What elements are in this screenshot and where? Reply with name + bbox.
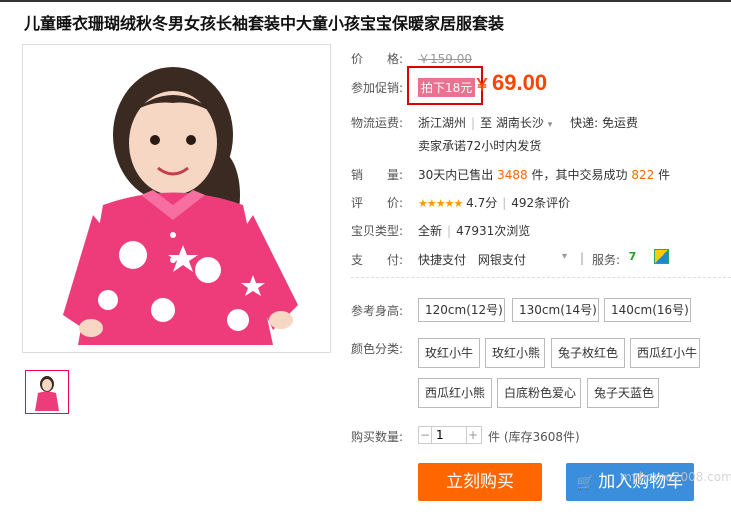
color-option-2[interactable]: 玫红小熊 <box>485 338 545 368</box>
payment-bank: 网银支付 <box>477 253 526 267</box>
thumbnail-image <box>28 373 66 411</box>
quantity-stepper: − + <box>418 426 482 444</box>
stock-info: 件 (库存3608件) <box>488 430 580 444</box>
chevron-down-icon: ▾ <box>547 120 553 130</box>
sales-middle: 件，其中交易成功 <box>531 168 628 182</box>
quantity-label: 购买数量: <box>351 430 404 444</box>
color-option-6[interactable]: 白底粉色爱心 <box>497 378 581 408</box>
rating-label: 评 价: <box>351 196 404 210</box>
size-option-140[interactable]: 140cm(16号) <box>604 298 691 322</box>
product-thumbnail[interactable] <box>25 370 69 414</box>
plus-icon[interactable]: + <box>467 428 479 442</box>
size-label: 参考身高: <box>351 304 404 318</box>
color-option-4[interactable]: 西瓜红小牛 <box>630 338 700 368</box>
size-option-120[interactable]: 120cm(12号) <box>418 298 505 322</box>
promo-price-value: 69.00 <box>492 70 548 95</box>
seven-day-return-icon[interactable]: 7 <box>625 249 640 264</box>
ship-to-prefix: 至 <box>480 116 493 130</box>
shipping-route: 浙江湖州 | 至 湖南长沙 ▾ 快递: 免运费 <box>418 116 638 130</box>
color-option-3[interactable]: 兔子枚红色 <box>551 338 625 368</box>
watermark-logo: myhome2008.com <box>620 470 731 484</box>
quantity-input[interactable] <box>431 427 467 443</box>
sales-label: 销 量: <box>351 168 404 182</box>
buy-now-button[interactable]: 立刻购买 <box>418 463 542 501</box>
color-label: 颜色分类: <box>351 342 404 356</box>
review-count-link[interactable]: 492条评价 <box>511 196 570 210</box>
ship-to: 湖南长沙 <box>495 116 544 130</box>
section-divider <box>351 277 731 279</box>
item-type-info: 全新 | 47931次浏览 <box>418 224 531 238</box>
payment-methods: 快捷支付 网银支付 <box>418 251 526 268</box>
product-title: 儿童睡衣珊瑚绒秋冬男女孩长袖套装中大童小孩宝宝保暖家居服套装 <box>24 14 505 33</box>
payment-dropdown-icon[interactable]: ▾ <box>562 251 567 262</box>
payment-quick: 快捷支付 <box>418 253 467 267</box>
service-label: 服务: <box>592 253 621 267</box>
promo-label: 参加促销: <box>351 81 404 95</box>
shipping-promise: 卖家承诺72小时内发货 <box>418 139 542 153</box>
ship-from: 浙江湖州 <box>418 116 467 130</box>
cart-icon: 🛒 <box>576 475 595 491</box>
shipping-fee: 快递: 免运费 <box>570 116 638 130</box>
top-divider <box>0 0 731 2</box>
item-type-label: 宝贝类型: <box>351 224 404 238</box>
shipping-label: 物流运费: <box>351 116 404 130</box>
sold-count: 3488 <box>497 168 528 182</box>
star-rating-icon: ★★★★★ <box>418 197 463 210</box>
ship-to-selector[interactable]: 湖南长沙 ▾ <box>496 116 552 130</box>
color-option-5[interactable]: 西瓜红小熊 <box>418 378 492 408</box>
sales-prefix: 30天内已售出 <box>418 168 494 182</box>
color-option-7[interactable]: 兔子天蓝色 <box>587 378 659 408</box>
view-count: 47931次浏览 <box>456 224 531 238</box>
sales-suffix: 件 <box>658 168 671 182</box>
original-price: ￥159.00 <box>418 52 472 66</box>
promo-tag: 拍下18元 <box>418 78 476 97</box>
minus-icon[interactable]: − <box>419 428 431 442</box>
payment-label: 支 付: <box>351 253 404 267</box>
promo-price: ￥69.00 <box>474 70 547 96</box>
payment-separator: | <box>580 251 585 265</box>
girl-in-pajamas-illustration <box>23 45 330 352</box>
rating-info: ★★★★★ 4.7分 | 492条评价 <box>418 196 571 210</box>
success-count: 822 <box>631 168 655 182</box>
item-condition: 全新 <box>418 224 443 238</box>
size-option-130[interactable]: 130cm(14号) <box>512 298 599 322</box>
currency-symbol: ￥ <box>474 75 491 94</box>
guarantee-icon[interactable] <box>654 249 669 264</box>
sales-info: 30天内已售出 3488 件，其中交易成功 822 件 <box>418 166 670 183</box>
rating-score: 4.7分 <box>466 196 498 210</box>
price-label: 价 格: <box>351 52 404 66</box>
product-main-image[interactable] <box>22 44 331 353</box>
color-option-1[interactable]: 玫红小牛 <box>418 338 480 368</box>
